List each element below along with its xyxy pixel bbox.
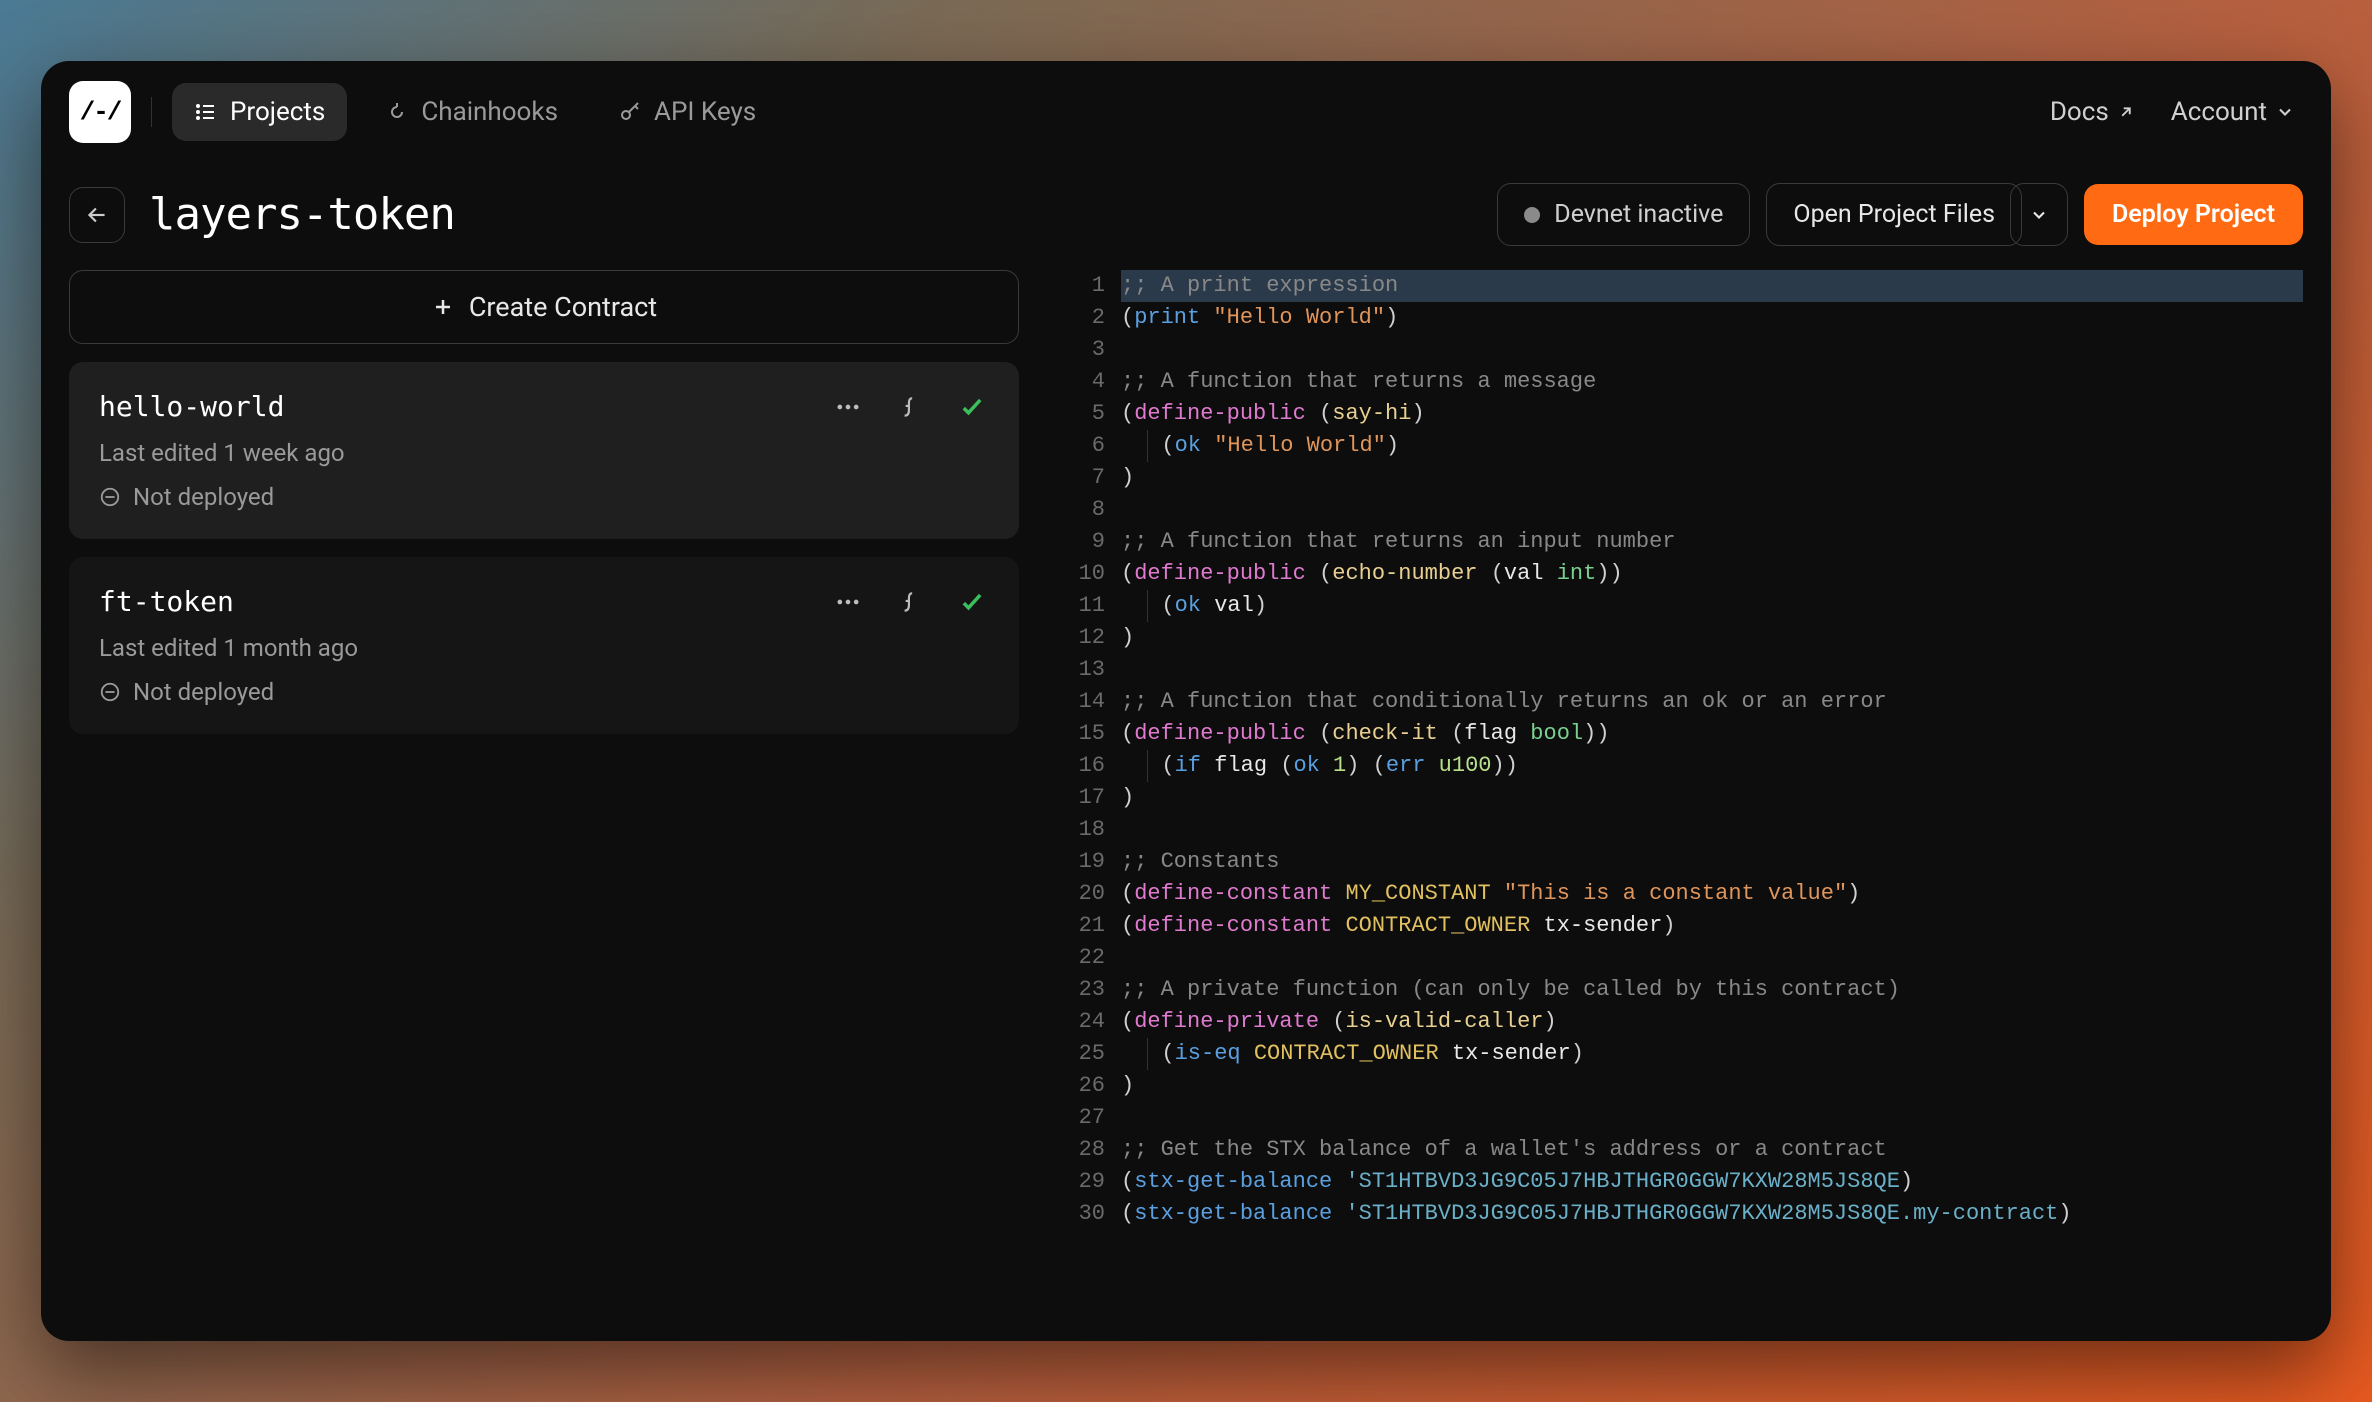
header-actions: Devnet inactive Open Project Files Deplo…	[1497, 183, 2303, 246]
code-editor[interactable]: 1234567891011121314151617181920212223242…	[1051, 270, 2303, 1313]
devnet-status[interactable]: Devnet inactive	[1497, 183, 1750, 246]
deploy-project-button[interactable]: Deploy Project	[2084, 184, 2303, 245]
app-window: /-/ Projects Chainhooks API Keys Docs	[41, 61, 2331, 1341]
deploy-status: Not deployed	[99, 483, 989, 511]
back-button[interactable]	[69, 187, 125, 243]
nav-label: Projects	[230, 97, 325, 127]
nav-api-keys[interactable]: API Keys	[596, 83, 778, 141]
contract-name: hello-world	[99, 390, 803, 423]
list-icon	[194, 100, 218, 124]
nav-chainhooks[interactable]: Chainhooks	[363, 83, 580, 141]
logo[interactable]: /-/	[69, 81, 131, 143]
key-icon	[618, 100, 642, 124]
check-icon	[955, 588, 989, 616]
last-edited: Last edited 1 week ago	[99, 439, 989, 467]
button-label: Open Project Files	[1793, 200, 1995, 229]
nav-label: Chainhooks	[421, 97, 558, 127]
contract-card[interactable]: ft-token Last edited 1 month ago Not dep…	[69, 557, 1019, 734]
main-area: Create Contract hello-world Last edited …	[41, 270, 2331, 1341]
create-contract-button[interactable]: Create Contract	[69, 270, 1019, 344]
button-label: Create Contract	[469, 291, 657, 323]
chainhooks-icon	[385, 100, 409, 124]
deploy-status: Not deployed	[99, 678, 989, 706]
more-icon[interactable]	[831, 588, 865, 616]
last-edited: Last edited 1 month ago	[99, 634, 989, 662]
divider	[151, 97, 152, 127]
nav-label: API Keys	[654, 97, 756, 127]
open-project-files-button[interactable]: Open Project Files	[1766, 183, 2022, 246]
contracts-sidebar: Create Contract hello-world Last edited …	[69, 270, 1019, 1313]
status-dot-icon	[1524, 207, 1540, 223]
plus-icon	[431, 295, 455, 319]
topbar: /-/ Projects Chainhooks API Keys Docs	[41, 61, 2331, 163]
nav-label: Account	[2171, 97, 2267, 127]
chevron-down-icon	[2275, 102, 2295, 122]
function-icon[interactable]	[893, 589, 927, 615]
contract-card[interactable]: hello-world Last edited 1 week ago Not d…	[69, 362, 1019, 539]
nav-projects[interactable]: Projects	[172, 83, 347, 141]
nav-label: Docs	[2050, 97, 2109, 127]
open-project-files-menu[interactable]	[2010, 183, 2068, 246]
page-title: layers-token	[149, 189, 455, 240]
contract-name: ft-token	[99, 585, 803, 618]
check-icon	[955, 393, 989, 421]
sub-header: layers-token Devnet inactive Open Projec…	[41, 163, 2331, 270]
editor-gutter: 1234567891011121314151617181920212223242…	[1051, 270, 1121, 1313]
function-icon[interactable]	[893, 394, 927, 420]
nav-account[interactable]: Account	[2171, 97, 2295, 127]
devnet-label: Devnet inactive	[1554, 200, 1723, 229]
chevron-down-icon	[2029, 205, 2049, 225]
more-icon[interactable]	[831, 393, 865, 421]
button-label: Deploy Project	[2112, 200, 2275, 229]
editor-code[interactable]: ;; A print expression(print "Hello World…	[1121, 270, 2303, 1313]
nav-docs[interactable]: Docs	[2050, 97, 2135, 127]
external-link-icon	[2117, 103, 2135, 121]
topbar-right: Docs Account	[2050, 97, 2303, 127]
